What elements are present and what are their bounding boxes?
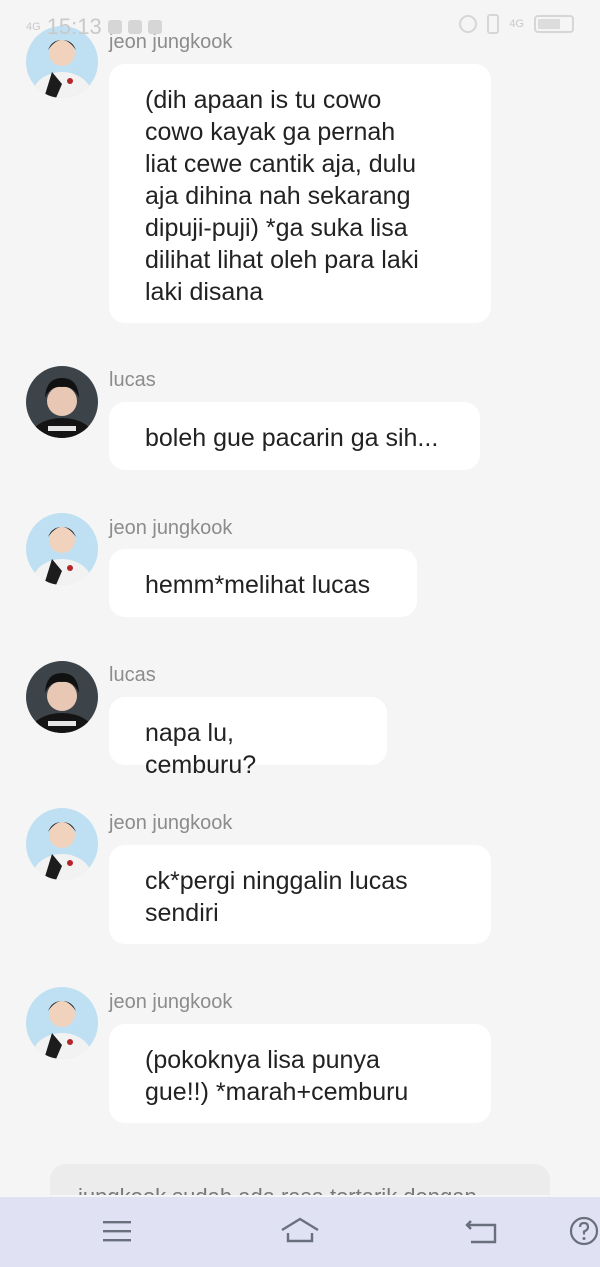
sender-name: jeon jungkook bbox=[109, 517, 233, 539]
home-icon[interactable] bbox=[278, 1211, 322, 1251]
message-bubble: (pokoknya lisa punya gue!!) *marah+cembu… bbox=[109, 1024, 491, 1123]
jungkook-avatar[interactable] bbox=[26, 513, 98, 585]
message-bubble: hemm*melihat lucas bbox=[109, 549, 417, 617]
sender-name: lucas bbox=[109, 369, 156, 391]
sender-name: lucas bbox=[109, 664, 156, 686]
lucas-avatar[interactable] bbox=[26, 366, 98, 438]
menu-icon[interactable] bbox=[95, 1211, 139, 1251]
sender-name: jeon jungkook bbox=[109, 31, 233, 53]
sender-name: jeon jungkook bbox=[109, 812, 233, 834]
suggestion-text: jungkook sudah ada rasa tertarik dengan bbox=[78, 1184, 477, 1195]
jungkook-avatar[interactable] bbox=[26, 26, 98, 98]
message-bubble: ck*pergi ninggalin lucas sendiri bbox=[109, 845, 491, 944]
help-icon[interactable] bbox=[562, 1211, 600, 1251]
system-nav-bar bbox=[0, 1197, 600, 1267]
jungkook-avatar[interactable] bbox=[26, 987, 98, 1059]
back-icon[interactable] bbox=[460, 1211, 504, 1251]
lucas-avatar[interactable] bbox=[26, 661, 98, 733]
message-bubble: (dih apaan is tu cowo cowo kayak ga pern… bbox=[109, 64, 491, 323]
narration-suggestion[interactable]: jungkook sudah ada rasa tertarik dengan bbox=[50, 1164, 550, 1195]
jungkook-avatar[interactable] bbox=[26, 808, 98, 880]
chat-list[interactable]: jeon jungkook (dih apaan is tu cowo cowo… bbox=[0, 0, 600, 1195]
sender-name: jeon jungkook bbox=[109, 991, 233, 1013]
message-bubble: boleh gue pacarin ga sih... bbox=[109, 402, 480, 470]
message-bubble: napa lu, cemburu? bbox=[109, 697, 387, 779]
